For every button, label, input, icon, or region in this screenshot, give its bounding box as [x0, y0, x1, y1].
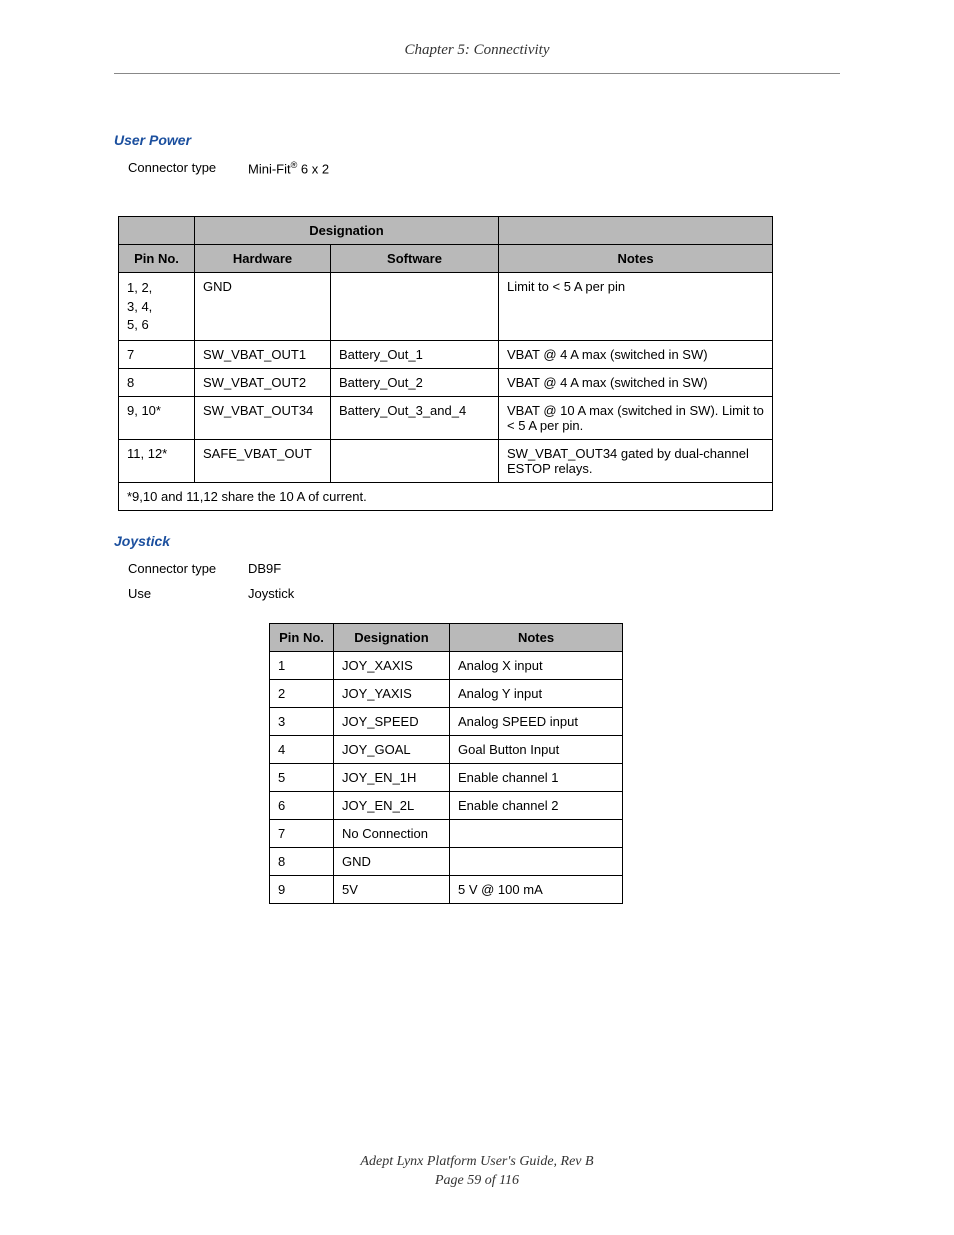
designation-header: Designation: [334, 623, 450, 651]
table-row: 6 JOY_EN_2L Enable channel 2: [270, 791, 623, 819]
connector-type-label: Connector type: [128, 160, 248, 176]
cell-pin: 7: [119, 340, 195, 368]
page-footer: Adept Lynx Platform User's Guide, Rev B …: [0, 1152, 954, 1191]
cell-desig: JOY_EN_1H: [334, 763, 450, 791]
cell-pin: 11, 12*: [119, 439, 195, 482]
footer-page-number: Page 59 of 116: [0, 1171, 954, 1191]
chapter-header: Chapter 5: Connectivity: [114, 42, 840, 74]
table-row: 11, 12* SAFE_VBAT_OUT SW_VBAT_OUT34 gate…: [119, 439, 773, 482]
table-row: 5 JOY_EN_1H Enable channel 1: [270, 763, 623, 791]
cell-notes: VBAT @ 10 A max (switched in SW). Limit …: [499, 396, 773, 439]
designation-header: Designation: [195, 217, 499, 245]
cell-notes: [450, 847, 623, 875]
cell-pin: 8: [270, 847, 334, 875]
cell-pin: 9: [270, 875, 334, 903]
table-row: 8 GND: [270, 847, 623, 875]
cell-hw: SW_VBAT_OUT34: [195, 396, 331, 439]
cell-notes: Enable channel 1: [450, 763, 623, 791]
table-row: 3 JOY_SPEED Analog SPEED input: [270, 707, 623, 735]
table-row: 1 JOY_XAXIS Analog X input: [270, 651, 623, 679]
cell-notes: Limit to < 5 A per pin: [499, 273, 773, 341]
cell-pin: 4: [270, 735, 334, 763]
cell-desig: 5V: [334, 875, 450, 903]
cell-notes: [450, 819, 623, 847]
table-row: 9 5V 5 V @ 100 mA: [270, 875, 623, 903]
table-footnote-row: *9,10 and 11,12 share the 10 A of curren…: [119, 482, 773, 510]
section-heading-joystick: Joystick: [114, 533, 840, 549]
cell-hw: SW_VBAT_OUT2: [195, 368, 331, 396]
cell-desig: JOY_GOAL: [334, 735, 450, 763]
cell-sw: [331, 273, 499, 341]
cell-desig: No Connection: [334, 819, 450, 847]
cell-notes: Analog Y input: [450, 679, 623, 707]
cell-hw: GND: [195, 273, 331, 341]
cell-desig: GND: [334, 847, 450, 875]
cell-hw: SW_VBAT_OUT1: [195, 340, 331, 368]
table-row: 8 SW_VBAT_OUT2 Battery_Out_2 VBAT @ 4 A …: [119, 368, 773, 396]
user-power-connector-row: Connector type Mini-Fit® 6 x 2: [128, 160, 840, 176]
cell-notes: VBAT @ 4 A max (switched in SW): [499, 340, 773, 368]
cell-desig: JOY_EN_2L: [334, 791, 450, 819]
cell-pin: 8: [119, 368, 195, 396]
cell-notes: Goal Button Input: [450, 735, 623, 763]
table-row: 4 JOY_GOAL Goal Button Input: [270, 735, 623, 763]
cell-notes: VBAT @ 4 A max (switched in SW): [499, 368, 773, 396]
notes-header: Notes: [499, 245, 773, 273]
pin-header: Pin No.: [119, 245, 195, 273]
blank-notes-header: [499, 217, 773, 245]
cell-notes: SW_VBAT_OUT34 gated by dual-channel ESTO…: [499, 439, 773, 482]
user-power-table: Designation Pin No. Hardware Software No…: [118, 216, 773, 511]
cell-sw: Battery_Out_1: [331, 340, 499, 368]
connector-prefix: Mini-Fit: [248, 161, 291, 176]
use-label: Use: [128, 586, 248, 601]
cell-notes: Analog SPEED input: [450, 707, 623, 735]
joystick-use-row: Use Joystick: [128, 586, 840, 601]
cell-pin: 6: [270, 791, 334, 819]
cell-notes: Enable channel 2: [450, 791, 623, 819]
connector-suffix: 6 x 2: [297, 161, 329, 176]
table-row: 7 No Connection: [270, 819, 623, 847]
table-row: 7 SW_VBAT_OUT1 Battery_Out_1 VBAT @ 4 A …: [119, 340, 773, 368]
blank-header: [119, 217, 195, 245]
connector-type-label: Connector type: [128, 561, 248, 576]
pin-header: Pin No.: [270, 623, 334, 651]
table-row: 2 JOY_YAXIS Analog Y input: [270, 679, 623, 707]
section-heading-user-power: User Power: [114, 132, 840, 148]
cell-sw: [331, 439, 499, 482]
footnote-cell: *9,10 and 11,12 share the 10 A of curren…: [119, 482, 773, 510]
cell-pin: 3: [270, 707, 334, 735]
cell-hw: SAFE_VBAT_OUT: [195, 439, 331, 482]
cell-notes: Analog X input: [450, 651, 623, 679]
cell-pin: 7: [270, 819, 334, 847]
cell-pin: 1, 2,3, 4,5, 6: [119, 273, 195, 341]
software-header: Software: [331, 245, 499, 273]
cell-sw: Battery_Out_2: [331, 368, 499, 396]
cell-desig: JOY_SPEED: [334, 707, 450, 735]
cell-pin: 1: [270, 651, 334, 679]
joystick-table: Pin No. Designation Notes 1 JOY_XAXIS An…: [269, 623, 623, 904]
cell-desig: JOY_XAXIS: [334, 651, 450, 679]
use-value: Joystick: [248, 586, 294, 601]
table-row: 1, 2,3, 4,5, 6 GND Limit to < 5 A per pi…: [119, 273, 773, 341]
notes-header: Notes: [450, 623, 623, 651]
joystick-connector-row: Connector type DB9F: [128, 561, 840, 576]
cell-pin: 5: [270, 763, 334, 791]
cell-desig: JOY_YAXIS: [334, 679, 450, 707]
cell-notes: 5 V @ 100 mA: [450, 875, 623, 903]
connector-type-value: DB9F: [248, 561, 281, 576]
footer-doc-title: Adept Lynx Platform User's Guide, Rev B: [0, 1152, 954, 1172]
cell-pin: 2: [270, 679, 334, 707]
table-row: 9, 10* SW_VBAT_OUT34 Battery_Out_3_and_4…: [119, 396, 773, 439]
hardware-header: Hardware: [195, 245, 331, 273]
cell-sw: Battery_Out_3_and_4: [331, 396, 499, 439]
cell-pin: 9, 10*: [119, 396, 195, 439]
connector-type-value: Mini-Fit® 6 x 2: [248, 160, 329, 176]
